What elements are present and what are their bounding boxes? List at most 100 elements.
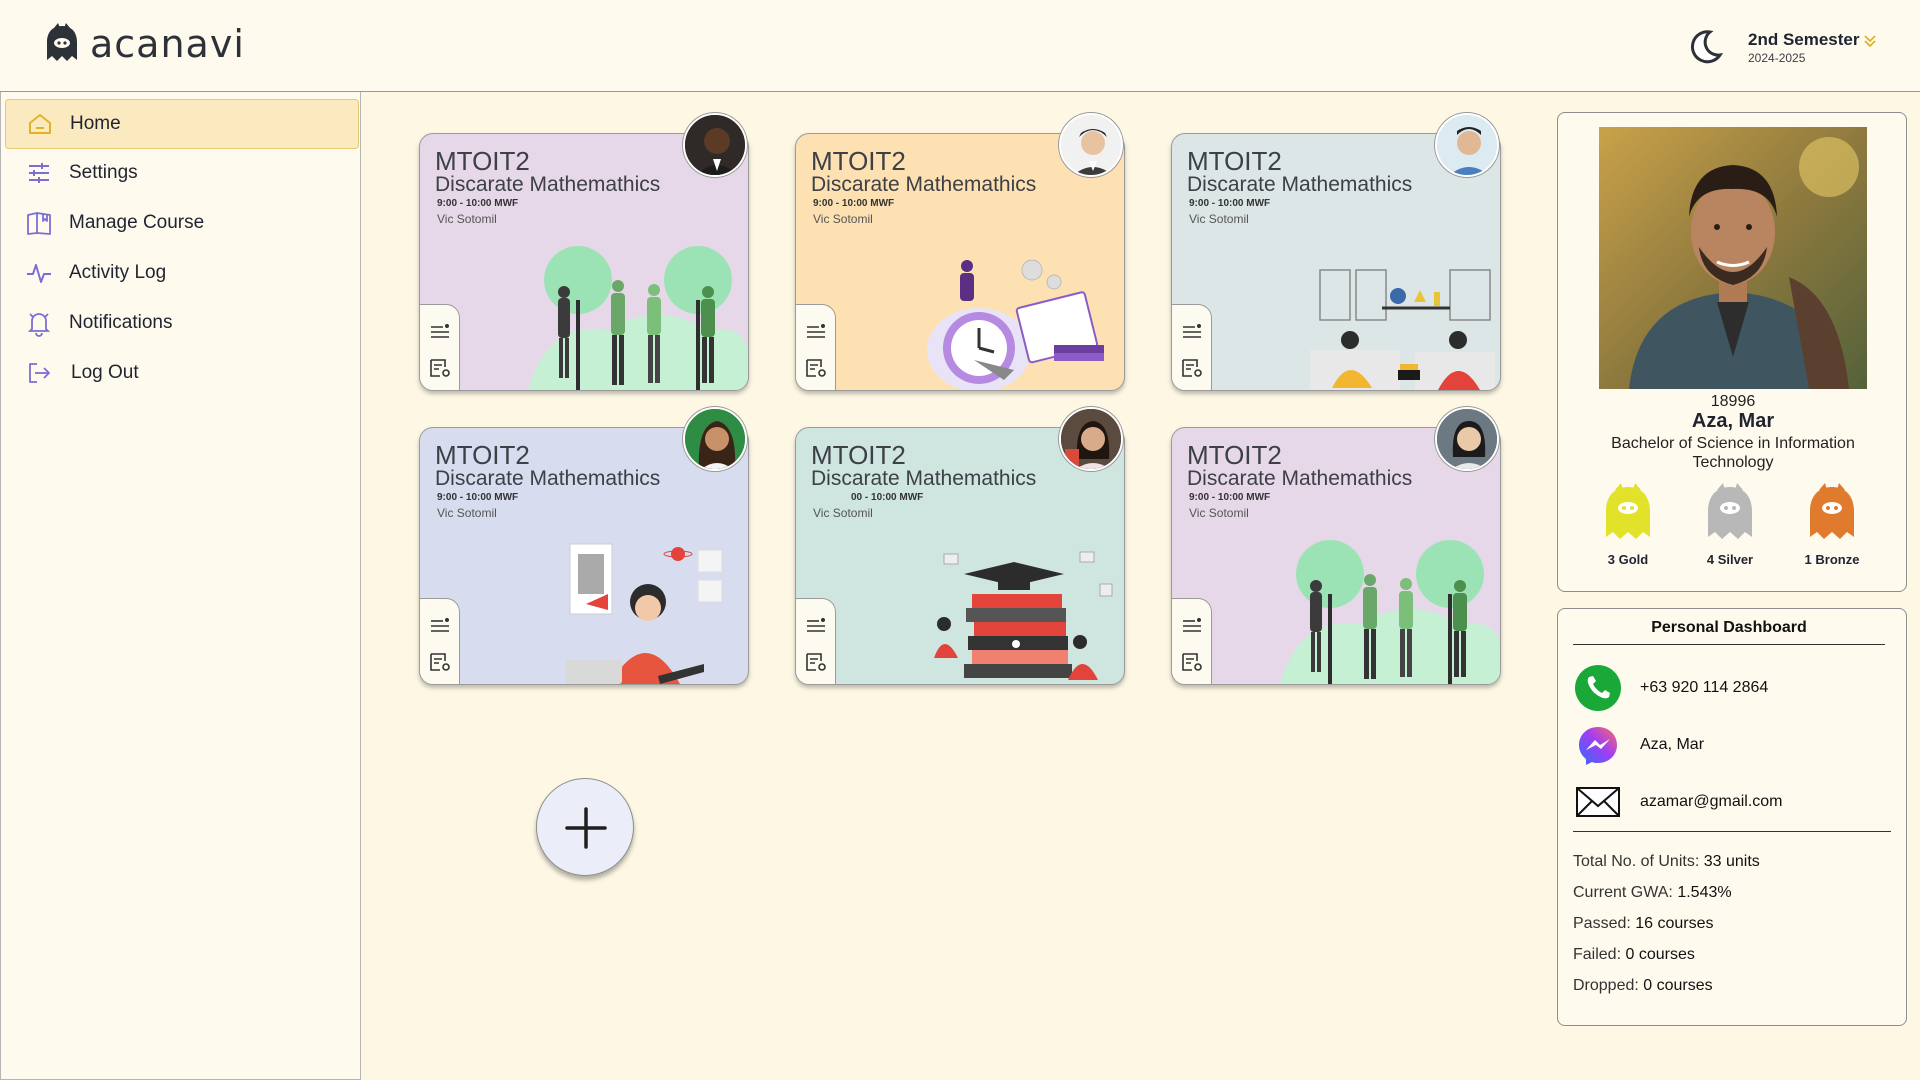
stat-value: 1.543% (1672, 884, 1732, 901)
list-menu-icon[interactable] (428, 615, 452, 637)
mail-icon (1576, 787, 1620, 817)
semester-selector[interactable]: 2nd Semester 2024-2025 (1748, 30, 1860, 65)
professor-avatar[interactable] (683, 407, 747, 471)
card-action-tab (796, 304, 836, 390)
professor-avatar[interactable] (1435, 113, 1499, 177)
stat-label: Dropped: (1573, 977, 1639, 994)
student-id: 18996 (1710, 393, 1756, 410)
activity-icon (27, 264, 51, 283)
sidebar-item-label: Settings (69, 162, 138, 183)
course-schedule: 9:00 - 10:00 MWF (437, 198, 519, 209)
sidebar-item-activity-log[interactable]: Activity Log (5, 248, 359, 298)
stat-dropped: Dropped: 0 courses (1573, 977, 1713, 995)
course-professor: Vic Sotomil (437, 506, 497, 520)
add-course-button[interactable] (536, 778, 634, 876)
list-menu-icon[interactable] (1180, 615, 1204, 637)
phone-number: +63 920 114 2864 (1640, 679, 1769, 696)
course-schedule: 9:00 - 10:00 MWF (437, 492, 519, 503)
messenger-icon (1579, 727, 1617, 765)
book-icon (27, 212, 51, 235)
sidebar-item-label: Manage Course (69, 212, 205, 233)
card-action-tab (796, 598, 836, 684)
dark-mode-toggle-icon[interactable] (1686, 28, 1724, 66)
document-settings-icon[interactable] (1180, 357, 1204, 379)
sidebar-item-label: Notifications (69, 312, 173, 333)
bronze-medal: 1 Bronze (1792, 481, 1872, 567)
course-professor: Vic Sotomil (437, 212, 497, 226)
course-professor: Vic Sotomil (1189, 506, 1249, 520)
student-program: Bachelor of Science in Information Techn… (1611, 435, 1855, 471)
profile-photo (1599, 127, 1867, 389)
professor-avatar[interactable] (1059, 407, 1123, 471)
messenger-contact[interactable]: Aza, Mar (1574, 720, 1704, 770)
sidebar-item-label: Log Out (71, 362, 139, 383)
document-settings-icon[interactable] (804, 651, 828, 673)
semester-label: 2nd Semester (1748, 30, 1860, 49)
course-name: Discarate Mathemathics (811, 467, 1037, 490)
silver-count: 4 Silver (1706, 552, 1754, 567)
bronze-ghost-badge-icon (1810, 483, 1854, 539)
messenger-name: Aza, Mar (1640, 736, 1705, 753)
profile-card: 18996 Aza, Mar Bachelor of Science in In… (1557, 112, 1907, 592)
course-professor: Vic Sotomil (813, 506, 873, 520)
stat-value: 0 courses (1638, 977, 1713, 994)
card-action-tab (420, 598, 460, 684)
app-logo[interactable]: acanavi (42, 22, 245, 66)
document-settings-icon[interactable] (804, 357, 828, 379)
sidebar-item-manage-course[interactable]: Manage Course (5, 198, 359, 248)
stat-passed: Passed: 16 courses (1573, 915, 1714, 933)
stat-label: Failed: (1573, 946, 1622, 963)
sidebar-item-settings[interactable]: Settings (5, 148, 359, 198)
document-settings-icon[interactable] (428, 651, 452, 673)
stat-value: 33 units (1699, 853, 1760, 870)
stat-label: Total No. of Units: (1573, 853, 1700, 870)
semester-year: 2024-2025 (1748, 51, 1806, 65)
stat-value: 16 courses (1630, 915, 1714, 932)
students-illustration (1280, 540, 1500, 684)
sidebar-item-notifications[interactable]: Notifications (5, 298, 359, 348)
card-action-tab (1172, 598, 1212, 684)
course-professor: Vic Sotomil (1189, 212, 1249, 226)
course-schedule: 9:00 - 10:00 MWF (1189, 198, 1271, 209)
plus-icon (565, 807, 607, 849)
stat-gwa: Current GWA: 1.543% (1573, 884, 1732, 902)
list-menu-icon[interactable] (804, 321, 828, 343)
course-professor: Vic Sotomil (813, 212, 873, 226)
sidebar-item-label: Home (70, 113, 121, 134)
bronze-count: 1 Bronze (1804, 552, 1860, 567)
list-menu-icon[interactable] (428, 321, 452, 343)
course-schedule: 00 - 10:00 MWF (851, 492, 924, 503)
bell-icon (27, 313, 51, 337)
sidebar-item-home[interactable]: Home (5, 99, 359, 149)
schedule-illustration (927, 259, 1104, 390)
stat-failed: Failed: 0 courses (1573, 946, 1695, 964)
study-illustration (566, 543, 723, 684)
logout-icon (29, 363, 50, 383)
ghost-logo-icon (47, 23, 77, 61)
list-menu-icon[interactable] (804, 615, 828, 637)
phone-contact[interactable]: +63 920 114 2864 (1574, 663, 1768, 713)
classroom-illustration (1310, 269, 1495, 390)
course-name: Discarate Mathemathics (435, 467, 661, 490)
course-name: Discarate Mathemathics (435, 173, 661, 196)
graduation-illustration (934, 551, 1113, 680)
course-schedule: 9:00 - 10:00 MWF (1189, 492, 1271, 503)
email-contact[interactable]: azamar@gmail.com (1574, 777, 1783, 827)
personal-dashboard: Personal Dashboard +63 920 114 2864 Aza,… (1557, 608, 1907, 1026)
course-schedule: 9:00 - 10:00 MWF (813, 198, 895, 209)
sidebar: Home Settings Manage Course Activity Log (0, 92, 361, 1080)
sliders-icon (29, 163, 49, 183)
document-settings-icon[interactable] (1180, 651, 1204, 673)
sidebar-item-logout[interactable]: Log Out (5, 348, 359, 398)
card-action-tab (1172, 304, 1212, 390)
email-address: azamar@gmail.com (1640, 793, 1783, 810)
list-menu-icon[interactable] (1180, 321, 1204, 343)
sidebar-item-label: Activity Log (69, 262, 167, 283)
document-settings-icon[interactable] (428, 357, 452, 379)
professor-avatar[interactable] (1059, 113, 1123, 177)
chevron-down-icon[interactable] (1862, 34, 1878, 48)
professor-avatar[interactable] (1435, 407, 1499, 471)
stat-value: 0 courses (1621, 946, 1695, 963)
student-name: Aza, Mar (1691, 410, 1775, 432)
professor-avatar[interactable] (683, 113, 747, 177)
